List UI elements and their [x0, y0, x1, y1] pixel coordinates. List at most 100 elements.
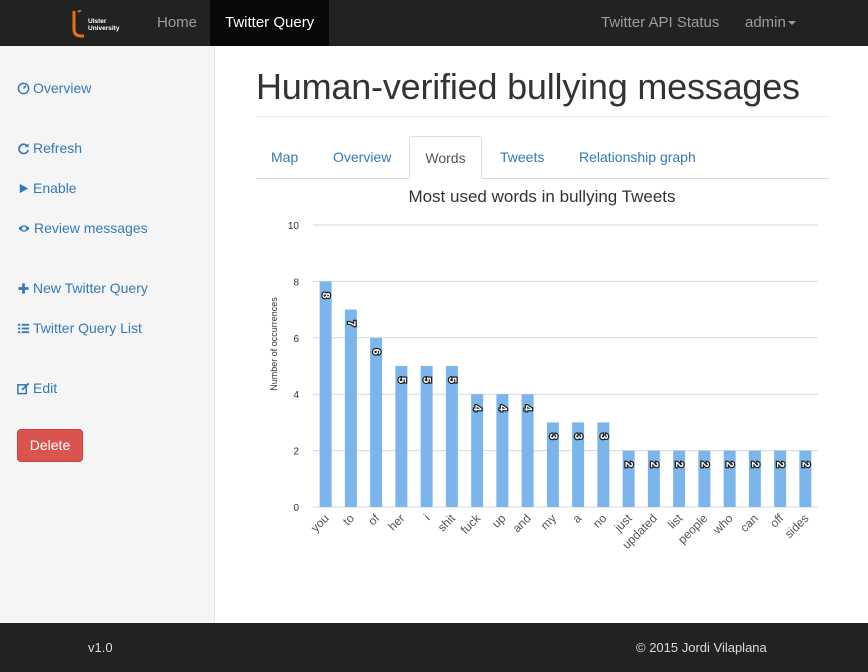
data-label: 5: [446, 377, 458, 383]
logo-text: Ulster University: [88, 18, 119, 32]
caret-down-icon: [787, 21, 796, 26]
data-label: 2: [749, 462, 761, 468]
x-tick-label: off: [767, 511, 787, 531]
data-label: 2: [623, 462, 635, 468]
nav-admin-dropdown[interactable]: admin: [745, 0, 796, 46]
sidebar-label: Edit: [33, 380, 58, 396]
data-label: 5: [395, 377, 407, 383]
x-tick-label: no: [590, 511, 610, 531]
eye-icon: [18, 225, 30, 232]
tab-relationship-graph[interactable]: Relationship graph: [579, 136, 696, 179]
bar-off[interactable]: [774, 450, 787, 507]
sidebar-item-edit[interactable]: Edit: [17, 378, 57, 398]
data-label: 4: [471, 405, 483, 412]
x-tick-label: and: [510, 511, 534, 535]
bar-you[interactable]: [319, 281, 332, 507]
sidebar-label: Twitter Query List: [33, 320, 142, 336]
data-label: 2: [673, 462, 685, 468]
y-tick-label: 2: [293, 447, 299, 458]
data-label: 2: [648, 462, 660, 468]
data-label: 2: [774, 462, 786, 468]
nav-api-status[interactable]: Twitter API Status: [601, 0, 719, 46]
sidebar: Overview Refresh Enable Review messages …: [0, 46, 215, 623]
x-tick-label: my: [538, 511, 559, 532]
ulster-university-logo[interactable]: Ulster University: [70, 10, 130, 38]
delete-button[interactable]: Delete: [17, 429, 83, 462]
bar-updated[interactable]: [647, 450, 660, 507]
tab-tweets[interactable]: Tweets: [500, 136, 544, 179]
y-tick-label: 8: [293, 277, 299, 288]
tab-map[interactable]: Map: [271, 136, 298, 179]
logo-line-2: University: [88, 25, 120, 32]
x-tick-label: who: [710, 511, 736, 537]
sidebar-item-enable[interactable]: Enable: [17, 178, 77, 198]
bar-chart: Most used words in bullying Tweets Numbe…: [269, 187, 818, 552]
data-label: 2: [698, 462, 710, 468]
sidebar-item-twitter-query-list[interactable]: Twitter Query List: [17, 318, 142, 338]
bar-to[interactable]: [344, 309, 357, 507]
sidebar-item-refresh[interactable]: Refresh: [17, 138, 82, 158]
version-text: v1.0: [88, 640, 113, 655]
sidebar-label: Overview: [33, 80, 92, 96]
y-axis-label: Number of occurrences: [269, 297, 279, 391]
nav-twitter-query[interactable]: Twitter Query: [210, 0, 330, 46]
x-tick-label: to: [340, 511, 357, 528]
y-tick-label: 6: [293, 334, 299, 345]
bar-who[interactable]: [723, 450, 736, 507]
footer: v1.0 © 2015 Jordi Vilaplana: [0, 623, 868, 672]
y-tick-label: 10: [288, 221, 300, 232]
dashboard-icon: [17, 82, 30, 95]
x-tick-label: a: [570, 511, 585, 526]
x-axis-labels: you to of her i shit fuck up and my a no justupdated…: [308, 511, 811, 552]
data-label: 4: [522, 405, 534, 412]
bar-her[interactable]: [395, 366, 408, 507]
tab-words[interactable]: Words: [409, 136, 482, 179]
sidebar-item-review-messages[interactable]: Review messages: [17, 218, 148, 238]
bar-sides[interactable]: [799, 450, 812, 507]
sidebar-label: New Twitter Query: [33, 280, 148, 296]
data-label: 5: [421, 377, 433, 383]
title-divider: [256, 116, 829, 117]
x-tick-label: can: [737, 511, 761, 535]
x-tick-label: up: [489, 511, 509, 531]
edit-icon: [17, 382, 30, 395]
bar-shit[interactable]: [445, 366, 458, 507]
bar-just[interactable]: [622, 450, 635, 507]
page-title: Human-verified bullying messages: [256, 66, 800, 107]
university-logo-icon: [72, 10, 84, 38]
data-label: 3: [597, 433, 609, 439]
y-tick-label: 0: [293, 503, 299, 514]
bar-people[interactable]: [698, 450, 711, 507]
plus-icon: [18, 283, 29, 294]
nav-home[interactable]: Home: [157, 0, 197, 46]
admin-label: admin: [745, 14, 786, 31]
x-tick-label: i: [421, 511, 433, 523]
data-label: 3: [547, 433, 559, 439]
x-tick-label: sides: [782, 511, 812, 541]
bar-can[interactable]: [748, 450, 761, 507]
x-tick-label: shit: [435, 511, 459, 535]
data-label: 3: [572, 433, 584, 439]
chart-title: Most used words in bullying Tweets: [408, 187, 675, 206]
sidebar-label: Enable: [33, 180, 77, 196]
sidebar-label: Refresh: [33, 140, 83, 156]
data-label: 8: [320, 292, 332, 298]
sidebar-item-new-twitter-query[interactable]: New Twitter Query: [17, 278, 148, 298]
bar-of[interactable]: [370, 337, 383, 507]
top-navbar: Ulster University Home Twitter Query Twi…: [0, 0, 868, 46]
play-icon: [19, 183, 29, 194]
copyright-text: © 2015 Jordi Vilaplana: [636, 640, 767, 655]
sidebar-label: Review messages: [34, 220, 148, 236]
bar-i[interactable]: [420, 366, 433, 507]
bar-list[interactable]: [673, 450, 686, 507]
x-tick-label: her: [385, 511, 407, 533]
data-label: 7: [345, 321, 357, 327]
data-label: 2: [724, 462, 736, 468]
sidebar-item-overview[interactable]: Overview: [17, 78, 91, 98]
tab-overview[interactable]: Overview: [333, 136, 391, 179]
x-tick-label: fuck: [458, 511, 484, 537]
data-label: 4: [496, 405, 508, 412]
logo-line-1: Ulster: [88, 18, 107, 25]
data-label: 6: [370, 349, 382, 355]
x-tick-label: of: [365, 511, 382, 528]
